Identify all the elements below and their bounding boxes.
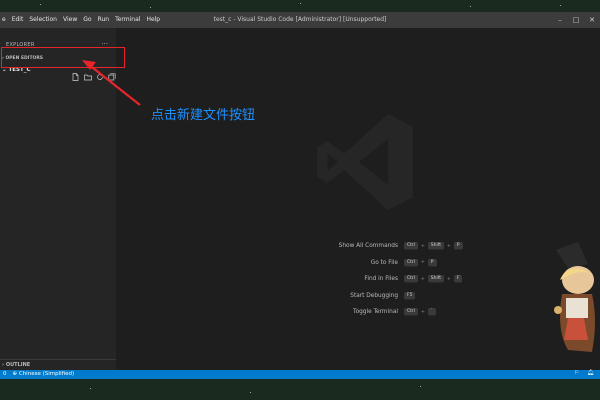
annotation-arrow: [82, 60, 141, 106]
mascot-illustration: [554, 242, 595, 352]
annotation-label: 点击新建文件按钮: [151, 108, 256, 123]
